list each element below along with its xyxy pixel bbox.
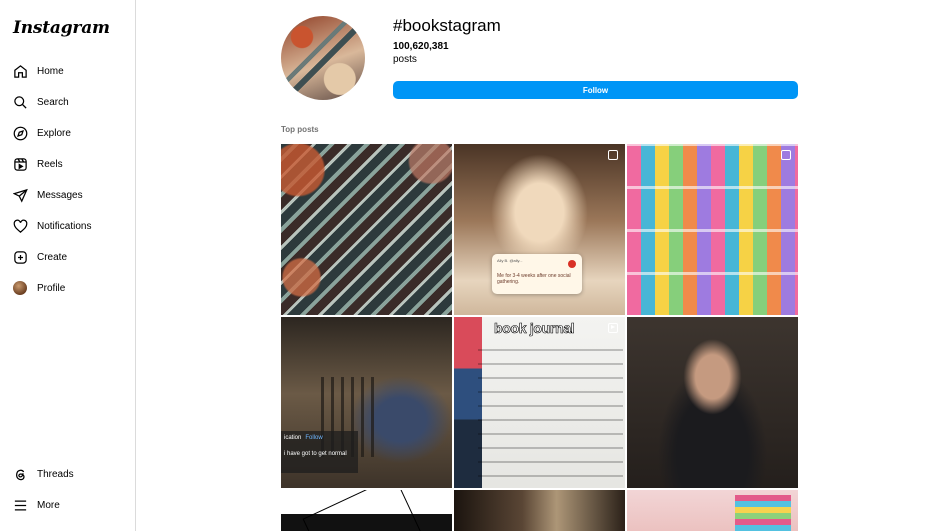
overlay-handle: Ally B. @ally...: [497, 258, 523, 263]
post-thumbnail[interactable]: [454, 490, 625, 531]
carousel-icon: [608, 150, 618, 160]
nav-create[interactable]: Create: [12, 247, 67, 267]
instagram-logo[interactable]: Instagram: [13, 18, 110, 38]
nav-home[interactable]: Home: [12, 61, 64, 81]
nav-notifications[interactable]: Notifications: [12, 216, 91, 236]
post-caption-overlay: book journal: [494, 320, 575, 337]
profile-avatar-icon: [12, 280, 28, 296]
posts-grid: Ally B. @ally... Me for 3-4 weeks after …: [281, 144, 799, 531]
nav-label: Search: [37, 96, 69, 108]
send-icon: [12, 187, 28, 203]
post-thumbnail[interactable]: [281, 490, 452, 531]
hashtag-title: #bookstagram: [393, 16, 501, 35]
post-comment-overlay: ication Follow i have got to get normal: [281, 431, 358, 473]
search-icon: [12, 94, 28, 110]
nav-label: Messages: [37, 189, 83, 201]
carousel-icon: [781, 150, 791, 160]
avatar: [13, 281, 27, 295]
post-thumbnail[interactable]: [627, 317, 798, 488]
heart-icon: [12, 218, 28, 234]
plus-square-icon: [12, 249, 28, 265]
reels-icon: [12, 156, 28, 172]
post-thumbnail[interactable]: ication Follow i have got to get normal: [281, 317, 452, 488]
nav-label: Create: [37, 251, 68, 263]
reel-icon: [608, 323, 618, 333]
comment-follow-link: Follow: [305, 435, 323, 441]
post-overlay-card: Ally B. @ally... Me for 3-4 weeks after …: [492, 254, 582, 294]
overlay-message: Me for 3-4 weeks after one social gather…: [497, 273, 571, 285]
nav-explore[interactable]: Explore: [12, 123, 71, 143]
nav-label: Explore: [37, 127, 71, 139]
nav-label: Notifications: [37, 220, 92, 232]
nav-reels[interactable]: Reels: [12, 154, 63, 174]
compass-icon: [12, 125, 28, 141]
nav-label: More: [37, 499, 60, 511]
post-thumbnail[interactable]: Ally B. @ally... Me for 3-4 weeks after …: [454, 144, 625, 315]
record-icon: [568, 260, 576, 268]
post-thumbnail[interactable]: [281, 144, 452, 315]
menu-icon: [12, 497, 28, 513]
post-count-label: posts: [393, 54, 417, 65]
threads-icon: [12, 466, 28, 482]
nav-label: Profile: [37, 282, 66, 294]
sidebar: Instagram Home Search Explore Reels Mess…: [0, 0, 136, 531]
nav-messages[interactable]: Messages: [12, 185, 83, 205]
section-title: Top posts: [281, 125, 319, 134]
comment-text: i have got to get normal: [284, 451, 347, 457]
nav-label: Threads: [37, 468, 74, 480]
nav-threads[interactable]: Threads: [12, 464, 74, 484]
post-thumbnail[interactable]: book journal: [454, 317, 625, 488]
nav-profile[interactable]: Profile: [12, 278, 65, 298]
nav-more[interactable]: More: [12, 495, 60, 515]
nav-label: Reels: [37, 158, 63, 170]
hashtag-cover-image: [281, 16, 365, 100]
nav-label: Home: [37, 65, 64, 77]
post-thumbnail[interactable]: [627, 144, 798, 315]
nav-search[interactable]: Search: [12, 92, 69, 112]
post-thumbnail[interactable]: [627, 490, 798, 531]
home-icon: [12, 63, 28, 79]
follow-button[interactable]: Follow: [393, 81, 798, 99]
comment-author: ication: [284, 435, 302, 441]
post-count: 100,620,381: [393, 41, 449, 52]
